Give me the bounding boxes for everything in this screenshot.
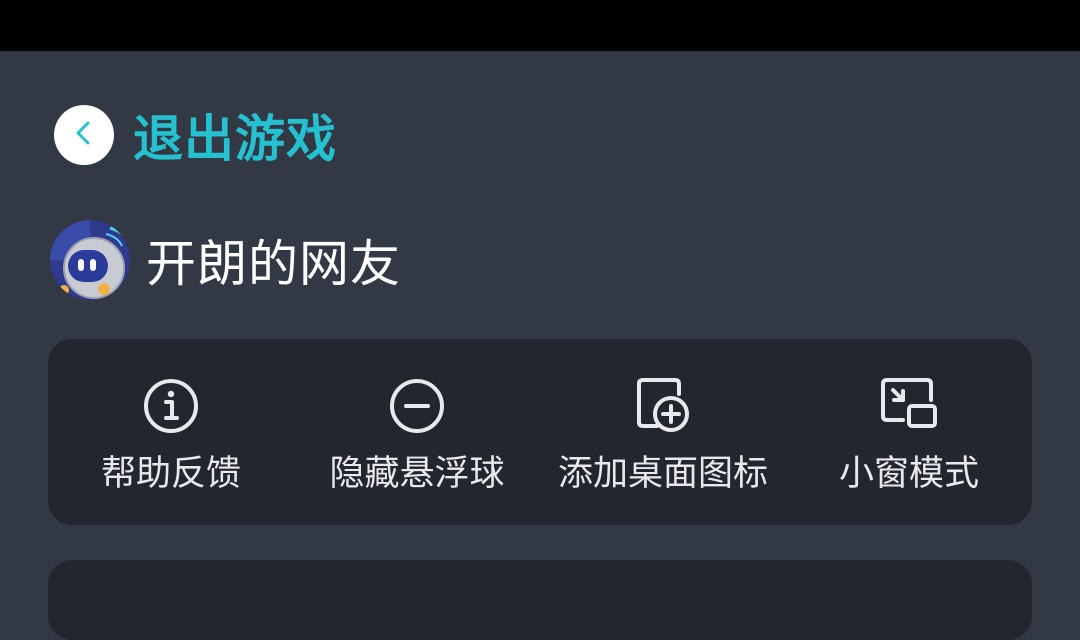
hide-float-ball-label: 隐藏悬浮球	[329, 454, 505, 494]
help-feedback-button[interactable]: 帮助反馈	[48, 339, 294, 525]
small-window-mode-label: 小窗模式	[838, 454, 979, 494]
exit-game-label[interactable]: 退出游戏	[133, 99, 337, 171]
user-info: 开朗的网友	[50, 219, 401, 301]
exit-game-row[interactable]: 退出游戏	[54, 104, 337, 168]
back-button[interactable]	[54, 105, 114, 165]
small-window-mode-button[interactable]: 小窗模式	[786, 339, 1032, 525]
add-desktop-icon-button[interactable]: 添加桌面图标	[540, 339, 786, 525]
add-desktop-icon-label: 添加桌面图标	[557, 454, 768, 494]
status-bar	[0, 0, 1080, 51]
robot-avatar-icon	[50, 220, 130, 300]
secondary-card	[48, 560, 1032, 640]
quick-actions-card: 帮助反馈 隐藏悬浮球 添加桌面图标 小窗模式	[48, 339, 1032, 525]
minus-circle-icon	[387, 376, 447, 436]
avatar	[50, 220, 130, 300]
username: 开朗的网友	[146, 235, 401, 293]
picture-in-picture-icon	[879, 376, 939, 436]
hide-float-ball-button[interactable]: 隐藏悬浮球	[294, 339, 540, 525]
help-feedback-label: 帮助反馈	[100, 454, 241, 494]
add-shortcut-icon	[633, 376, 693, 436]
chevron-left-icon	[69, 118, 99, 152]
info-circle-icon	[141, 376, 201, 436]
